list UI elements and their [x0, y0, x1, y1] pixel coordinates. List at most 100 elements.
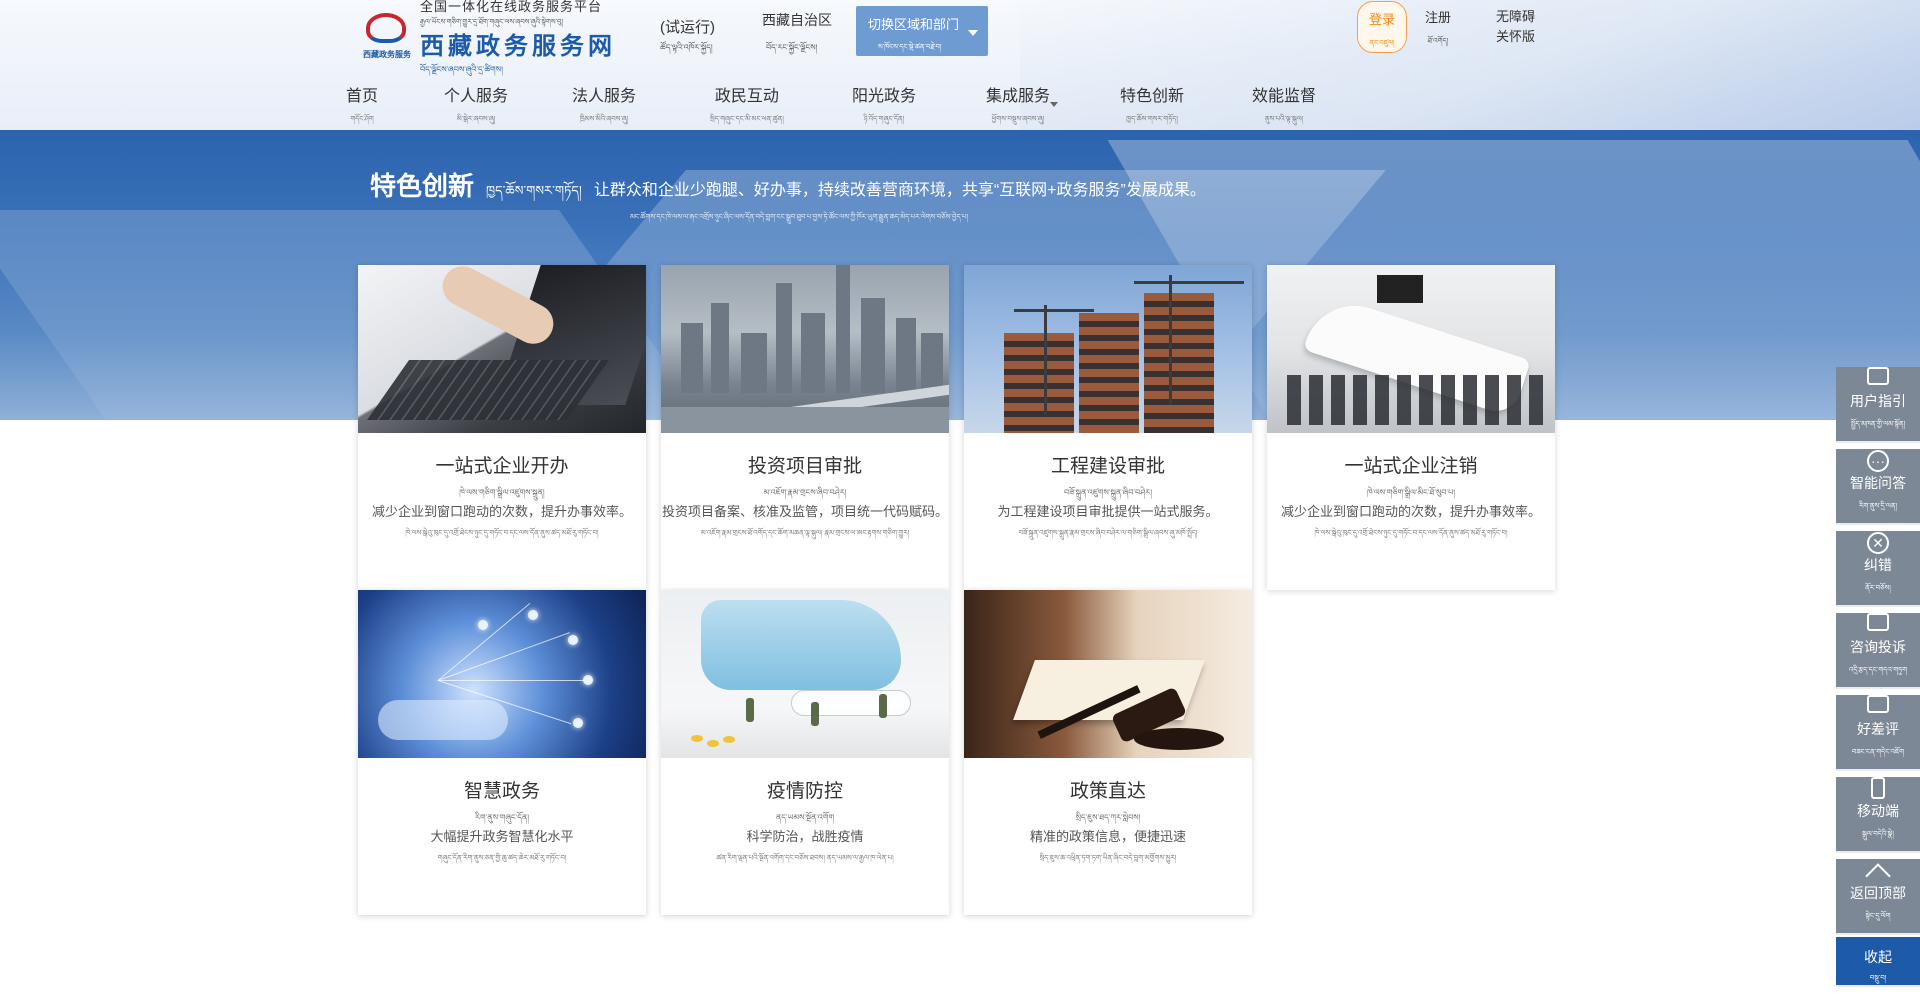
card-policy-direct[interactable]: 政策直达 སྲིད་ཇུས་ཐད་ཀར་སླེབས། 精准的政策信息，便捷迅速 …	[964, 590, 1252, 915]
smart-network-image	[358, 590, 646, 758]
error-correction-button[interactable]: ✕ 纠错 ནོར་བཅོས།	[1836, 531, 1920, 607]
nav-item-personal[interactable]: 个人服务 མི་སྒེར་ཞབས་ཞུ།	[444, 82, 508, 130]
nav-item-home[interactable]: 首页 གདོང་ཤོག	[346, 82, 378, 130]
smart-qa-button[interactable]: ··· 智能问答 རིག་ནུས་དྲི་ལན།	[1836, 449, 1920, 525]
site-title: 西藏政务服务网	[420, 32, 616, 60]
trial-label: (试运行)	[660, 19, 715, 36]
card-description: 减少企业到窗口跑动的次数，提升办事效率。	[371, 504, 632, 519]
nav-label-tibetan: ཉི་འོད་གཞུང་དོན།	[863, 116, 905, 123]
construction-image	[964, 265, 1252, 433]
side-label-tibetan: སྤྱོད་མཁན་གྱི་ལམ་སྟོན།	[1850, 421, 1906, 428]
accessibility-link[interactable]: 无障碍 关怀版	[1496, 7, 1535, 47]
epidemic-image	[661, 590, 949, 758]
side-label-tibetan: སྟེང་དུ་ལོག	[1865, 913, 1891, 920]
region-label-tibetan: བོད་རང་སྐྱོང་ལྗོངས།	[766, 43, 818, 52]
back-to-top-button[interactable]: 返回顶部 སྟེང་དུ་ལོག	[1836, 859, 1920, 935]
accessibility-label: 无障碍	[1496, 9, 1536, 24]
floating-toolbar: 用户指引 སྤྱོད་མཁན་གྱི་ལམ་སྟོན། ··· 智能问答 རིག…	[1836, 361, 1920, 987]
nav-item-legal-person[interactable]: 法人服务 ཁྲིམས་མིའི་ཞབས་ཞུ།	[572, 82, 636, 130]
nav-label-tibetan: སྲིད་གཞུང་དང་མི་མང་ཕན་ཚུན།	[710, 116, 784, 123]
nav-item-integrated[interactable]: 集成服务 ཕྱོགས་བསྡུས་ཞབས་ཞུ།	[986, 82, 1059, 130]
card-construction-approval[interactable]: 工程建设审批 བཟོ་སྐྲུན་འཛུགས་སྐྲུན་ཞིབ་བཤེར། 为…	[964, 265, 1252, 590]
city-image	[661, 265, 949, 433]
side-label: 好差评	[1857, 721, 1899, 737]
emblem-icon: 西藏政务服务	[360, 11, 414, 67]
card-enterprise-setup[interactable]: 一站式企业开办 ཁེ་ལས་གཅིག་སྒྲིལ་འཛུགས་སྐྲུན། 减少…	[358, 265, 646, 590]
banner-description: 让群众和企业少跑腿、好办事，持续改善营商环境，共享“互联网+政务服务”发展成果。	[593, 182, 1206, 199]
site-title-tibetan: བོད་ལྗོངས་ཞབས་ཞུའི་དྲ་ཚིགས།	[420, 64, 503, 74]
card-title: 工程建设审批	[1050, 456, 1165, 477]
nav-label-tibetan: གདོང་ཤོག	[350, 116, 374, 123]
nav-label: 法人服务	[572, 88, 637, 105]
platform-name-tibetan: རྒྱལ་ཡོངས་གཅིག་གྱུར་དྲ་ཐོག་གཞུང་ལས་ཞབས་ཞ…	[420, 18, 564, 26]
side-label-tibetan: བཟང་ངན་གདེང་འཇོག	[1851, 749, 1905, 756]
consult-complaint-button[interactable]: 咨询投诉 འདྲི་རྩད་དང་གདའ་གཏུག	[1836, 613, 1920, 689]
nav-label: 个人服务	[444, 88, 509, 105]
card-title: 疫情防控	[766, 781, 843, 802]
register-label-tibetan: ཐོ་འགོད།	[1427, 38, 1449, 45]
nav-label: 阳光政务	[852, 88, 917, 105]
nav-item-interaction[interactable]: 政民互动 སྲིད་གཞུང་དང་མི་མང་ཕན་ཚུན།	[710, 82, 784, 130]
laptop-image	[358, 265, 646, 433]
nav-label-tibetan: ཕྱོགས་བསྡུས་ཞབས་ཞུ།	[991, 116, 1045, 123]
card-title: 一站式企业注销	[1344, 456, 1478, 477]
main-nav: 首页 གདོང་ཤོག 个人服务 མི་སྒེར་ཞབས་ཞུ། 法人服务 ཁྲ…	[346, 82, 1346, 128]
mobile-icon	[1865, 777, 1891, 799]
chat-icon: ···	[1865, 449, 1891, 472]
card-title: 一站式企业开办	[435, 456, 569, 477]
side-label-tibetan: འདྲི་རྩད་དང་གདའ་གཏུག	[1848, 667, 1908, 674]
switch-region-button[interactable]: 切换区域和部门 ས་ཁོངས་དང་སྡེ་ཚན་བརྗེ་བ།	[856, 6, 988, 56]
site-logo[interactable]: 西藏政务服务 全国一体化在线政务服务平台 རྒྱལ་ཡོངས་གཅིག་གྱུར…	[360, 0, 640, 74]
nav-label-tibetan: ཁྲིམས་མིའི་ཞབས་ཞུ།	[579, 116, 629, 123]
card-investment-approval[interactable]: 投资项目审批 མ་འཇོག་རྣམ་གྲངས་ཞིབ་བཤེར། 投资项目备案、…	[661, 265, 949, 590]
nav-label-tibetan: ནུས་པའི་ལྟ་སྐུལ།	[1264, 116, 1304, 123]
card-epidemic-control[interactable]: 疫情防控 ནད་ཡམས་སྔོན་འགོག 科学防治，战胜疫情 ཚན་རིག་ལ…	[661, 590, 949, 915]
card-description: 精准的政策信息，便捷迅速	[1029, 829, 1186, 844]
user-guide-button[interactable]: 用户指引 སྤྱོད་མཁན་གྱི་ལམ་སྟོན།	[1836, 367, 1920, 443]
region-label: 西藏自治区	[762, 12, 832, 28]
nav-label: 效能监督	[1252, 88, 1317, 105]
card-enterprise-deregistration[interactable]: 一站式企业注销 ཁེ་ལས་གཅིག་སྒྲིལ་མིང་ཐོ་སུབ་པ། 减…	[1267, 265, 1555, 590]
card-title: 投资项目审批	[747, 456, 862, 477]
side-label-tibetan: སྒུལ་བདེའི་སྣེ།	[1862, 831, 1894, 838]
side-label: 纠错	[1864, 557, 1892, 573]
banner-title-tibetan: ཁྱད་ཆོས་གསར་གཏོད།	[486, 183, 582, 198]
side-label: 智能问答	[1850, 475, 1906, 491]
site-header: 西藏政务服务 全国一体化在线政务服务平台 རྒྱལ་ཡོངས་གཅིག་གྱུར…	[0, 0, 1920, 130]
nav-item-transparency[interactable]: 阳光政务 ཉི་འོད་གཞུང་དོན།	[852, 82, 916, 130]
card-smart-government[interactable]: 智慧政务 རིག་ནུས་གཞུང་དོན། 大幅提升政务智慧化水平 གཞུང་…	[358, 590, 646, 915]
register-label: 注册	[1424, 10, 1451, 25]
side-label: 咨询投诉	[1850, 639, 1906, 655]
mobile-button[interactable]: 移动端 སྒུལ་བདེའི་སྣེ།	[1836, 777, 1920, 853]
back-top-icon	[1865, 859, 1891, 889]
rating-icon	[1865, 695, 1891, 717]
meeting-room-image	[1267, 265, 1555, 433]
side-label-tibetan: བསྡུ་བ།	[1869, 975, 1887, 982]
card-description-tibetan: ཚན་རིག་ལྡན་པའི་སྔོན་འགོག་དང་བཅོས་ཐབས། ནད…	[716, 855, 894, 862]
nav-label: 政民互动	[714, 88, 779, 105]
nav-item-supervision[interactable]: 效能监督 ནུས་པའི་ལྟ་སྐུལ།	[1252, 82, 1316, 130]
login-label: 登录	[1368, 12, 1395, 27]
login-label-tibetan: ནང་འཛུལ།	[1369, 40, 1395, 47]
register-link[interactable]: 注册 ཐོ་འགོད།	[1422, 7, 1454, 53]
feature-cards: 一站式企业开办 ཁེ་ལས་གཅིག་སྒྲིལ་འཛུགས་སྐྲུན། 减少…	[358, 265, 1558, 925]
error-icon: ✕	[1865, 531, 1891, 554]
rating-button[interactable]: 好差评 བཟང་ངན་གདེང་འཇོག	[1836, 695, 1920, 771]
collapse-button[interactable]: 收起 བསྡུ་བ།	[1836, 937, 1920, 987]
side-label: 用户指引	[1850, 393, 1906, 409]
login-button[interactable]: 登录 ནང་འཛུལ།	[1357, 1, 1407, 53]
card-description: 大幅提升政务智慧化水平	[430, 829, 574, 844]
nav-label-tibetan: མི་སྒེར་ཞབས་ཞུ།	[456, 116, 496, 123]
chevron-down-icon	[1050, 102, 1059, 107]
guide-icon	[1865, 367, 1891, 389]
nav-label: 特色创新	[1120, 88, 1185, 105]
card-description: 科学防治，战胜疫情	[746, 829, 864, 844]
card-description-tibetan: མ་འཇོག་རྣམ་གྲངས་ཐོ་འགོད་དང་ཆོག་མཆན་ལྟ་སྐ…	[700, 530, 910, 537]
card-title: 政策直达	[1069, 781, 1146, 802]
banner-heading: 特色创新 ཁྱད་ཆོས་གསར་གཏོད། 让群众和企业少跑腿、好办事，持续改…	[370, 166, 1206, 213]
gavel-image	[964, 590, 1252, 758]
switch-region-label: 切换区域和部门	[868, 17, 960, 32]
banner-description-tibetan: མང་ཚོགས་དང་ཁེ་ལས་ལ་རྐང་འགྲོས་ཉུང་ཞིང་ལས་…	[630, 214, 969, 221]
complaint-icon	[1865, 613, 1891, 635]
nav-item-innovation[interactable]: 特色创新 ཁྱད་ཆོས་གསར་གཏོད།	[1120, 82, 1184, 130]
